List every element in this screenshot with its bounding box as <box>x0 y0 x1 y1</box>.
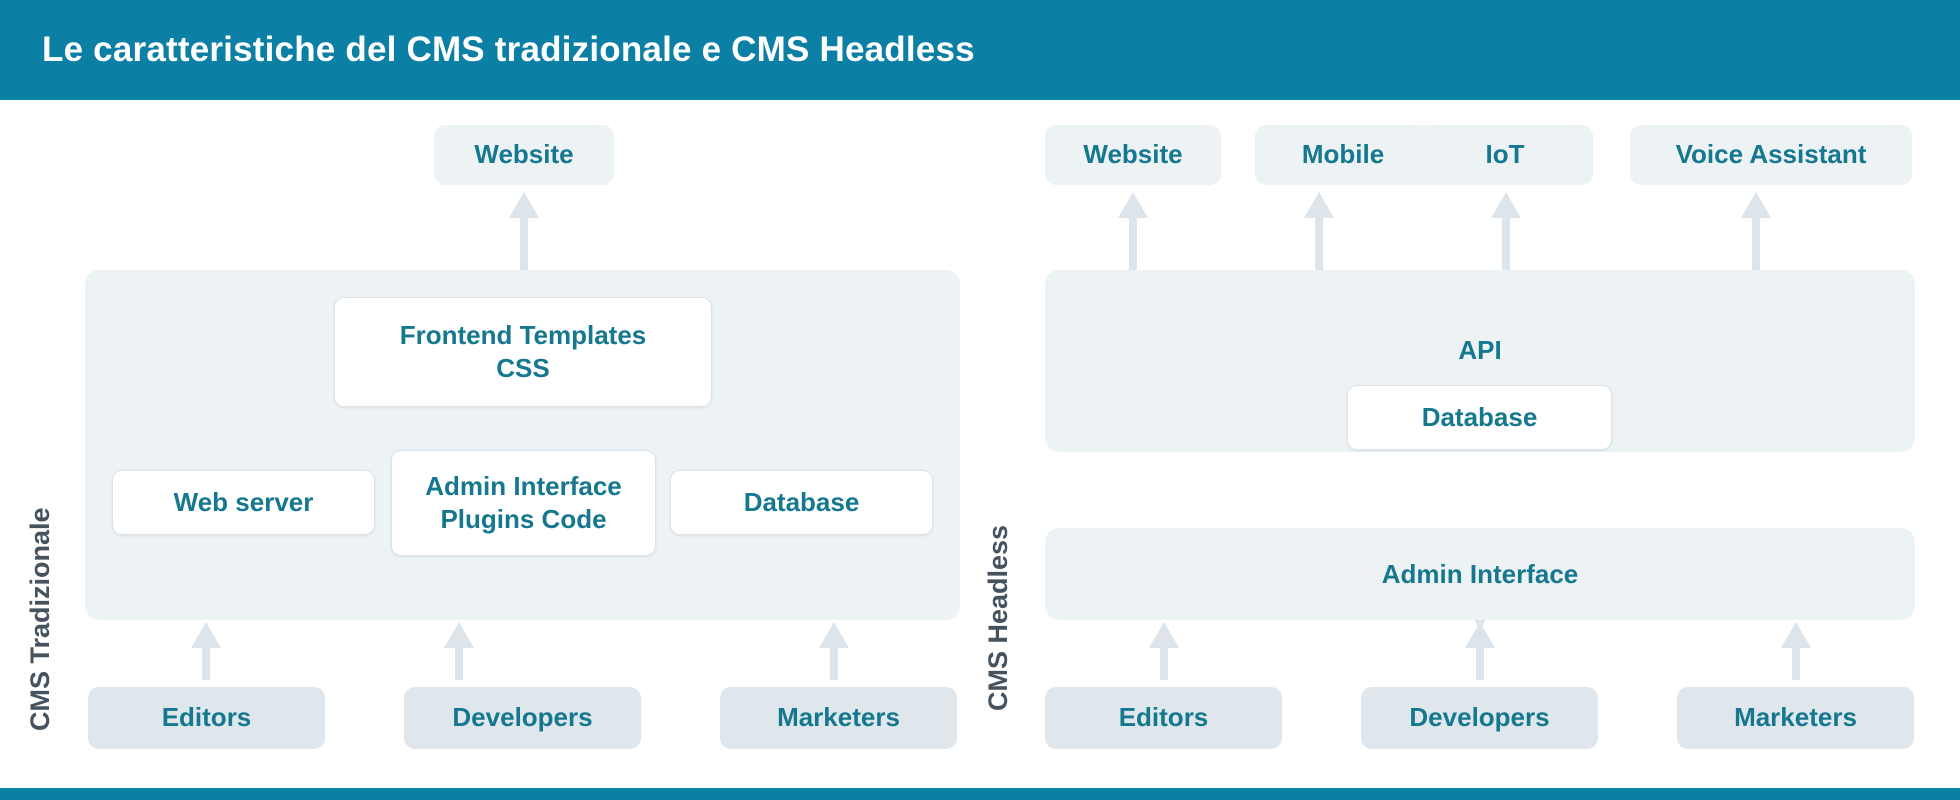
footer-bar <box>0 788 1960 800</box>
arrow-headless-developers-to-admin <box>1464 622 1496 680</box>
headless-channel-website-label: Website <box>1083 139 1183 170</box>
traditional-component-web-server[interactable]: Web server <box>112 470 375 535</box>
arrow-developers-to-stack <box>443 622 475 680</box>
traditional-component-admin-interface[interactable]: Admin Interface Plugins Code <box>391 450 656 556</box>
headless-actor-developers[interactable]: Developers <box>1361 687 1598 749</box>
headless-channel-website[interactable]: Website <box>1045 125 1221 185</box>
arrow-editors-to-stack <box>190 622 222 680</box>
arrow-api-to-website <box>1117 192 1149 270</box>
frontend-templates-line2: CSS <box>496 353 550 383</box>
headless-database-label: Database <box>1421 401 1538 432</box>
headless-channel-mobile[interactable]: Mobile <box>1255 125 1431 185</box>
headless-channel-voice-assistant[interactable]: Voice Assistant <box>1630 125 1912 185</box>
traditional-actor-marketers[interactable]: Marketers <box>720 687 957 749</box>
traditional-actor-editors[interactable]: Editors <box>88 687 325 749</box>
section-label-cms-tradizionale: CMS Tradizionale <box>25 507 55 731</box>
headless-channel-voice-assistant-label: Voice Assistant <box>1675 139 1867 170</box>
headless-actor-editors-label: Editors <box>1118 702 1209 733</box>
headless-actor-developers-label: Developers <box>1409 702 1550 733</box>
traditional-component-database-label: Database <box>743 486 860 517</box>
traditional-channel-website-label: Website <box>474 139 574 170</box>
headless-actor-marketers[interactable]: Marketers <box>1677 687 1914 749</box>
arrow-headless-marketers-to-admin <box>1780 622 1812 680</box>
frontend-templates-line1: Frontend Templates <box>399 319 647 350</box>
traditional-component-admin-line2: Plugins Code <box>440 504 607 534</box>
page-title: Le caratteristiche del CMS tradizionale … <box>42 30 975 69</box>
headless-admin-label: Admin Interface <box>1381 559 1579 589</box>
arrow-api-to-iot <box>1490 192 1522 270</box>
headless-channel-iot[interactable]: IoT <box>1417 125 1593 185</box>
arrow-api-to-mobile <box>1303 192 1335 270</box>
arrow-frontend-to-website <box>508 192 540 270</box>
headless-channel-iot-label: IoT <box>1485 139 1525 170</box>
traditional-actor-developers-label: Developers <box>452 702 593 733</box>
headless-channel-mobile-label: Mobile <box>1301 139 1385 170</box>
headless-database-box[interactable]: Database <box>1347 385 1612 450</box>
section-label-cms-headless: CMS Headless <box>983 524 1013 711</box>
traditional-component-database[interactable]: Database <box>670 470 933 535</box>
header-bar: Le caratteristiche del CMS tradizionale … <box>0 0 1960 100</box>
headless-actor-marketers-label: Marketers <box>1734 702 1857 733</box>
diagram-canvas: CMS Tradizionale Website Frontend Templa… <box>0 100 1960 788</box>
headless-actor-editors[interactable]: Editors <box>1045 687 1282 749</box>
traditional-channel-website[interactable]: Website <box>434 125 614 185</box>
traditional-actor-marketers-label: Marketers <box>777 702 900 733</box>
traditional-component-admin-line1: Admin Interface <box>425 470 622 501</box>
headless-api-label: API <box>1458 335 1502 365</box>
traditional-frontend-templates-box[interactable]: Frontend Templates CSS <box>334 297 712 407</box>
arrow-headless-editors-to-admin <box>1148 622 1180 680</box>
traditional-actor-editors-label: Editors <box>161 702 252 733</box>
arrow-marketers-to-stack <box>818 622 850 680</box>
arrow-api-to-voice-assistant <box>1740 192 1772 270</box>
traditional-actor-developers[interactable]: Developers <box>404 687 641 749</box>
traditional-component-web-server-label: Web server <box>173 486 314 517</box>
